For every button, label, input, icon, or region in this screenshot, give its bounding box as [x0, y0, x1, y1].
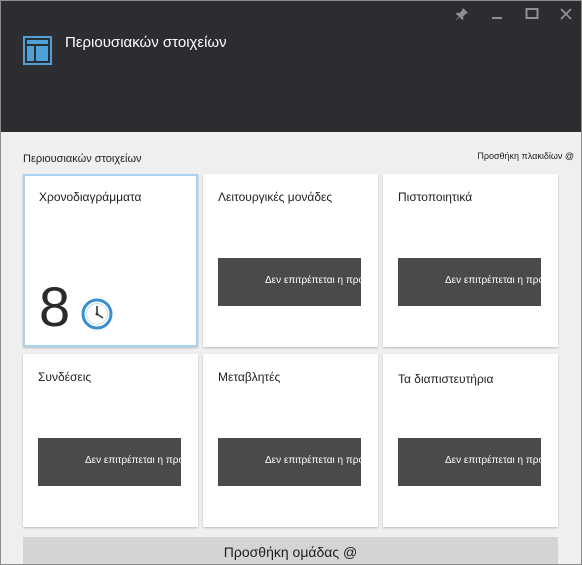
access-denied-text: Δεν επιτρέπεται η πρόσβαση: [445, 275, 541, 286]
access-denied-block: Δεν επιτρέπεται η πρόσβαση: [398, 438, 541, 486]
tile-schedules[interactable]: Χρονοδιαγράμματα 8: [23, 174, 198, 347]
access-denied-text: Δεν επιτρέπεται η πρόσβαση: [445, 455, 541, 466]
access-denied-block: Δεν επιτρέπεται η πρόσβαση: [218, 438, 361, 486]
maximize-icon[interactable]: [522, 7, 542, 25]
blade-header: Περιουσιακών στοιχείων: [1, 1, 581, 132]
tile-title: Πιστοποιητικά: [398, 190, 473, 204]
tile-modules[interactable]: Λειτουργικές μονάδες Δεν επιτρέπεται η π…: [203, 174, 378, 347]
tile-title: Τα διαπιστευτήρια: [398, 372, 494, 386]
blade-title: Περιουσιακών στοιχείων: [65, 34, 227, 51]
access-denied-block: Δεν επιτρέπεται η πρόσβαση: [398, 258, 541, 306]
minimize-icon[interactable]: [487, 7, 507, 25]
schedules-count: 8: [39, 275, 71, 338]
clock-icon: [81, 298, 113, 330]
access-denied-text: Δεν επιτρέπεται η πρόσβαση: [265, 455, 361, 466]
tile-title: Μεταβλητές: [218, 370, 281, 384]
access-denied-text: Δεν επιτρέπεται η πρόσβαση: [85, 455, 181, 466]
blade-icon: [23, 36, 52, 65]
tile-variables[interactable]: Μεταβλητές Δεν επιτρέπεται η πρόσβαση: [203, 354, 378, 527]
access-denied-block: Δεν επιτρέπεται η πρόσβαση: [38, 438, 181, 486]
pin-icon[interactable]: [452, 7, 472, 25]
tile-credentials[interactable]: Τα διαπιστευτήρια Δεν επιτρέπεται η πρόσ…: [383, 354, 558, 527]
access-denied-text: Δεν επιτρέπεται η πρόσβαση: [265, 275, 361, 286]
access-denied-block: Δεν επιτρέπεται η πρόσβαση: [218, 258, 361, 306]
section-label: Περιουσιακών στοιχείων: [23, 153, 142, 165]
add-tiles-link[interactable]: Προσθήκη πλακιδίων @: [477, 151, 574, 161]
tile-title: Χρονοδιαγράμματα: [39, 190, 142, 204]
tile-certificates[interactable]: Πιστοποιητικά Δεν επιτρέπεται η πρόσβαση: [383, 174, 558, 347]
asset-blade: Περιουσιακών στοιχείων Περιουσιακών στοι…: [0, 0, 582, 565]
tile-title: Συνδέσεις: [38, 370, 92, 384]
close-icon[interactable]: [556, 7, 576, 25]
tile-title: Λειτουργικές μονάδες: [218, 190, 333, 204]
tile-connections[interactable]: Συνδέσεις Δεν επιτρέπεται η πρόσβαση: [23, 354, 198, 527]
add-group-button[interactable]: Προσθήκη ομάδας @: [23, 537, 558, 564]
